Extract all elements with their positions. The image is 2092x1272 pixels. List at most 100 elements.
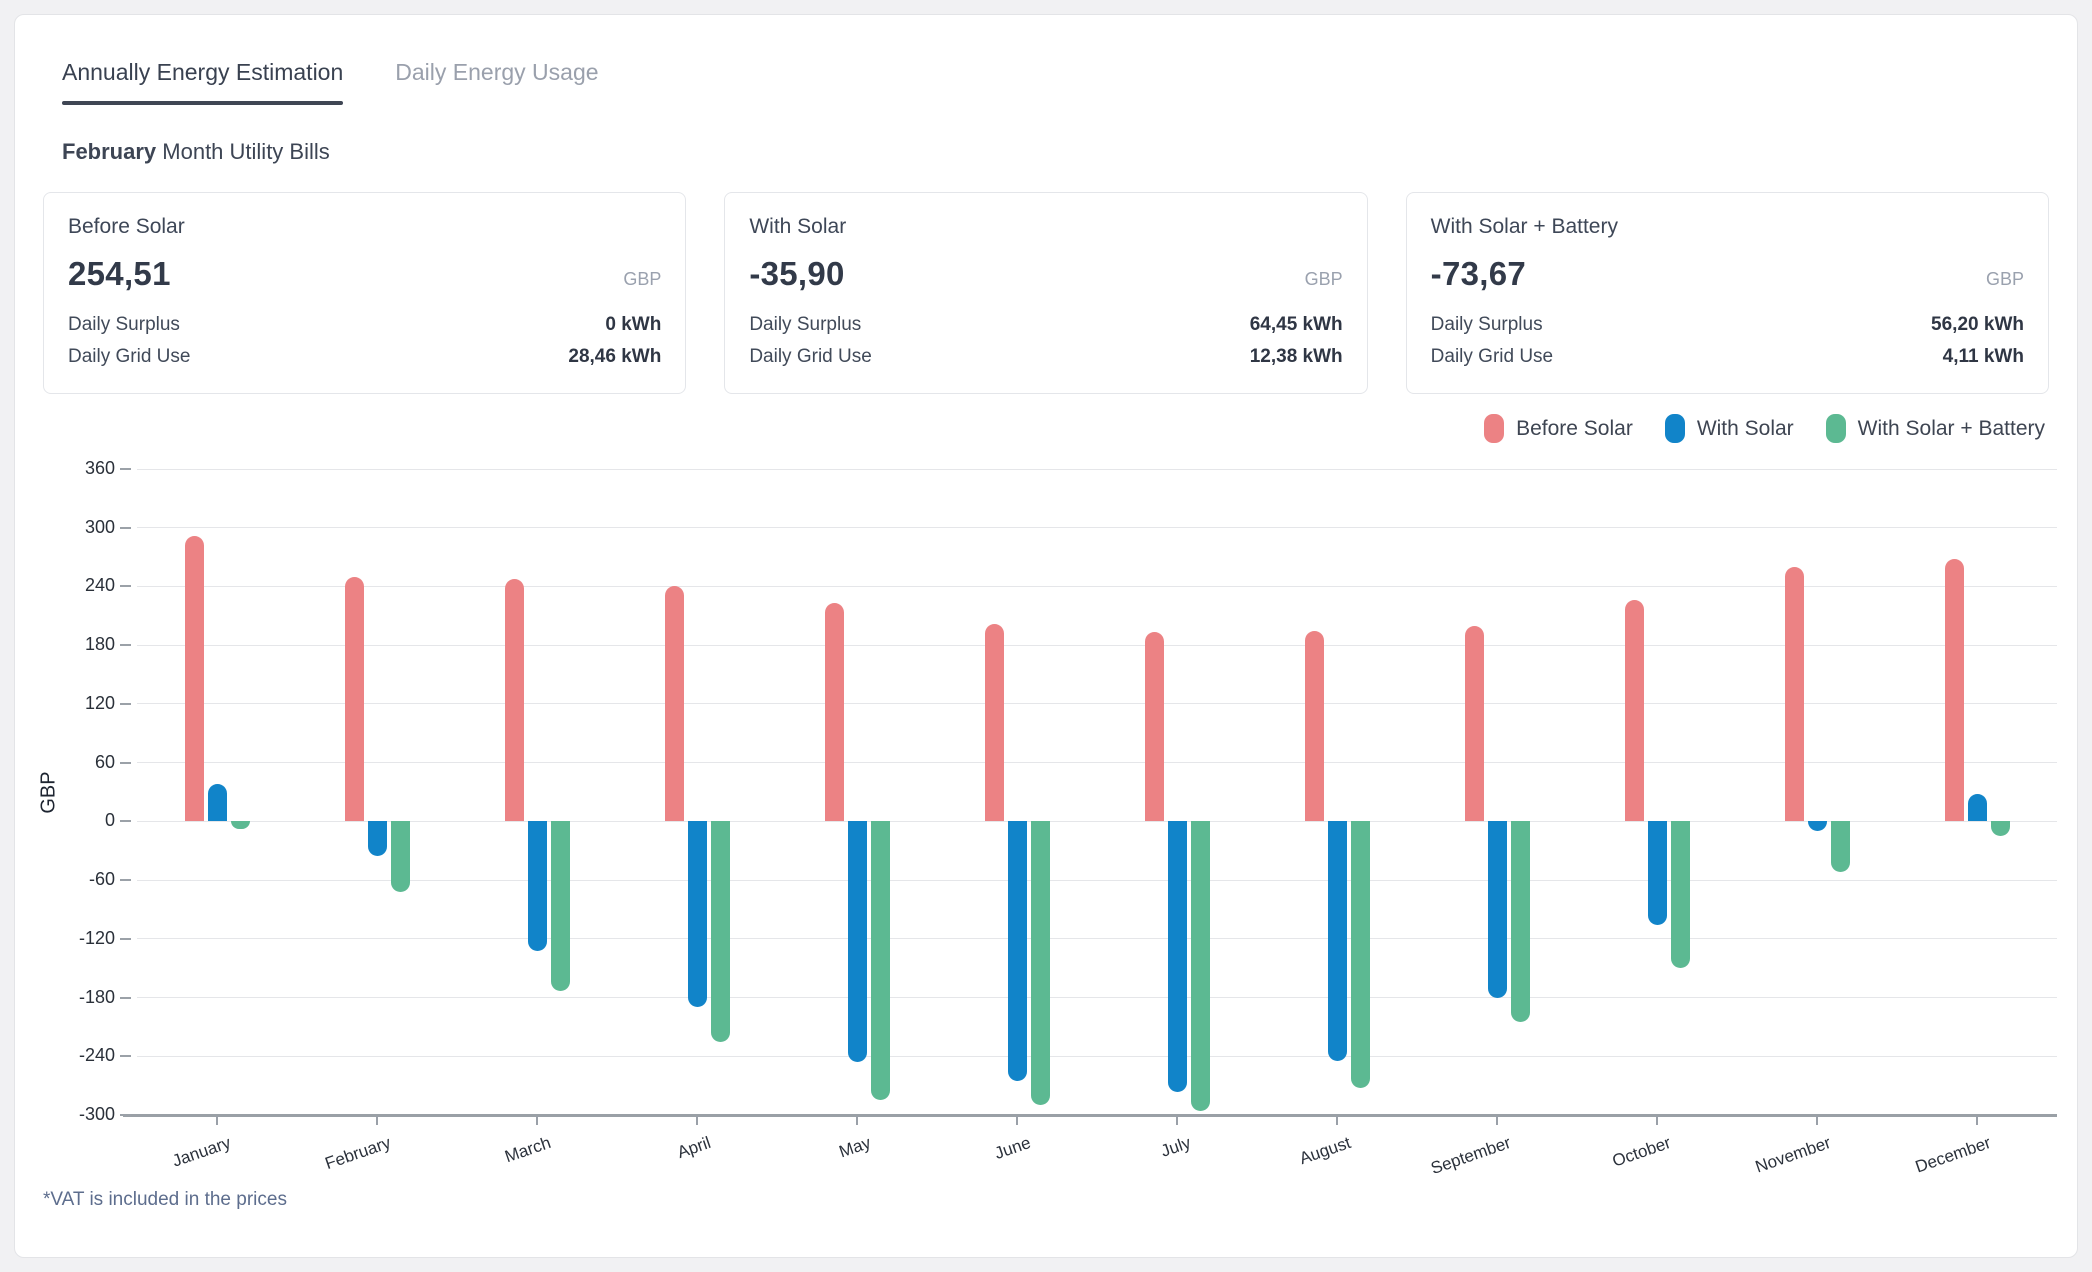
gridline-0 <box>137 821 2057 822</box>
x-tick-mark-july <box>1176 1116 1178 1125</box>
bar-before-solar-july[interactable] <box>1145 632 1164 821</box>
x-tick-mark-march <box>536 1116 538 1125</box>
x-axis-label-july: July <box>1158 1133 1193 1162</box>
card-title: Before Solar <box>68 215 661 239</box>
y-axis-title: GBP <box>37 469 61 1115</box>
gridline--60 <box>137 880 2057 881</box>
bar-with-solar-october[interactable] <box>1648 821 1667 925</box>
gridline-300 <box>137 527 2057 528</box>
bar-with-solar-march[interactable] <box>528 821 547 950</box>
daily-surplus-label: Daily Surplus <box>1431 309 1543 341</box>
bar-with-solar-battery-february[interactable] <box>391 821 410 891</box>
bar-with-solar-january[interactable] <box>208 784 227 821</box>
daily-grid-use-value: 4,11 kWh <box>1943 341 2024 373</box>
bar-with-solar-september[interactable] <box>1488 821 1507 997</box>
card-currency: GBP <box>1986 269 2024 290</box>
x-axis-label-december: December <box>1913 1133 1994 1177</box>
gridline-60 <box>137 762 2057 763</box>
bar-with-solar-battery-september[interactable] <box>1511 821 1530 1022</box>
bar-with-solar-battery-december[interactable] <box>1991 821 2010 836</box>
bar-before-solar-august[interactable] <box>1305 631 1324 821</box>
x-tick-mark-february <box>376 1116 378 1125</box>
y-tick-label-180: 180 <box>59 634 115 655</box>
x-axis-label-august: August <box>1297 1133 1354 1169</box>
bar-with-solar-may[interactable] <box>848 821 867 1062</box>
y-tick-mark-360 <box>120 468 131 470</box>
bar-with-solar-battery-august[interactable] <box>1351 821 1370 1087</box>
bar-with-solar-june[interactable] <box>1008 821 1027 1080</box>
daily-grid-use-row: Daily Grid Use 28,46 kWh <box>68 341 661 373</box>
x-axis-label-november: November <box>1753 1133 1834 1177</box>
bar-before-solar-december[interactable] <box>1945 559 1964 821</box>
gridline--240 <box>137 1056 2057 1057</box>
y-tick-label-120: 120 <box>59 693 115 714</box>
daily-grid-use-value: 12,38 kWh <box>1250 341 1343 373</box>
legend-swatch-before-solar <box>1484 414 1504 443</box>
x-tick-mark-may <box>856 1116 858 1125</box>
bar-before-solar-may[interactable] <box>825 603 844 821</box>
bar-before-solar-january[interactable] <box>185 536 204 822</box>
x-axis-label-march: March <box>502 1133 553 1167</box>
gridline-360 <box>137 469 2057 470</box>
page-title: February Month Utility Bills <box>62 139 2077 165</box>
legend-label: With Solar + Battery <box>1858 417 2045 441</box>
card-before-solar: Before Solar 254,51 GBP Daily Surplus 0 … <box>43 192 686 394</box>
bar-before-solar-october[interactable] <box>1625 600 1644 821</box>
chart-legend: Before Solar With Solar With Solar + Bat… <box>15 414 2045 443</box>
bar-with-solar-battery-march[interactable] <box>551 821 570 990</box>
bar-with-solar-battery-july[interactable] <box>1191 821 1210 1111</box>
legend-item-before-solar[interactable]: Before Solar <box>1484 414 1633 443</box>
legend-label: Before Solar <box>1516 417 1633 441</box>
bar-with-solar-april[interactable] <box>688 821 707 1007</box>
daily-grid-use-value: 28,46 kWh <box>568 341 661 373</box>
bar-with-solar-august[interactable] <box>1328 821 1347 1061</box>
tab-daily-energy-usage[interactable]: Daily Energy Usage <box>395 59 598 105</box>
y-tick-mark-180 <box>120 644 131 646</box>
bar-with-solar-december[interactable] <box>1968 794 1987 821</box>
bar-with-solar-february[interactable] <box>368 821 387 855</box>
y-tick-label--120: -120 <box>59 928 115 949</box>
legend-item-with-solar[interactable]: With Solar <box>1665 414 1794 443</box>
bar-before-solar-march[interactable] <box>505 579 524 822</box>
bar-before-solar-april[interactable] <box>665 586 684 821</box>
x-tick-mark-april <box>696 1116 698 1125</box>
bar-with-solar-battery-june[interactable] <box>1031 821 1050 1105</box>
bar-with-solar-july[interactable] <box>1168 821 1187 1092</box>
bar-before-solar-september[interactable] <box>1465 626 1484 822</box>
card-value: -35,90 <box>749 255 844 293</box>
card-currency: GBP <box>623 269 661 290</box>
bar-with-solar-battery-may[interactable] <box>871 821 890 1100</box>
y-tick-mark-0 <box>120 820 131 822</box>
card-title: With Solar <box>749 215 1342 239</box>
y-tick-mark-300 <box>120 527 131 529</box>
card-value: 254,51 <box>68 255 171 293</box>
x-axis-label-september: September <box>1428 1133 1513 1179</box>
bar-before-solar-february[interactable] <box>345 577 364 822</box>
daily-surplus-value: 0 kWh <box>605 309 661 341</box>
legend-label: With Solar <box>1697 417 1794 441</box>
gridline--120 <box>137 938 2057 939</box>
vat-footnote: *VAT is included in the prices <box>43 1189 2077 1211</box>
bar-with-solar-battery-october[interactable] <box>1671 821 1690 968</box>
legend-swatch-with-solar-battery <box>1826 414 1846 443</box>
y-tick-label-240: 240 <box>59 575 115 596</box>
daily-grid-use-row: Daily Grid Use 12,38 kWh <box>749 341 1342 373</box>
bar-before-solar-november[interactable] <box>1785 567 1804 821</box>
bar-with-solar-november[interactable] <box>1808 821 1827 831</box>
page-title-rest: Month Utility Bills <box>156 139 330 164</box>
y-tick-mark-60 <box>120 762 131 764</box>
legend-item-with-solar-battery[interactable]: With Solar + Battery <box>1826 414 2045 443</box>
tab-annually-energy-estimation[interactable]: Annually Energy Estimation <box>62 59 343 105</box>
daily-grid-use-label: Daily Grid Use <box>1431 341 1553 373</box>
y-tick-mark--180 <box>120 997 131 999</box>
daily-surplus-row: Daily Surplus 56,20 kWh <box>1431 309 2024 341</box>
x-tick-mark-august <box>1336 1116 1338 1125</box>
bar-with-solar-battery-november[interactable] <box>1831 821 1850 872</box>
bar-before-solar-june[interactable] <box>985 624 1004 822</box>
y-tick-mark--300 <box>120 1114 131 1116</box>
x-axis-label-february: February <box>323 1133 394 1174</box>
bar-with-solar-battery-january[interactable] <box>231 821 250 829</box>
x-axis-label-may: May <box>837 1133 874 1162</box>
bar-with-solar-battery-april[interactable] <box>711 821 730 1041</box>
daily-surplus-label: Daily Surplus <box>749 309 861 341</box>
